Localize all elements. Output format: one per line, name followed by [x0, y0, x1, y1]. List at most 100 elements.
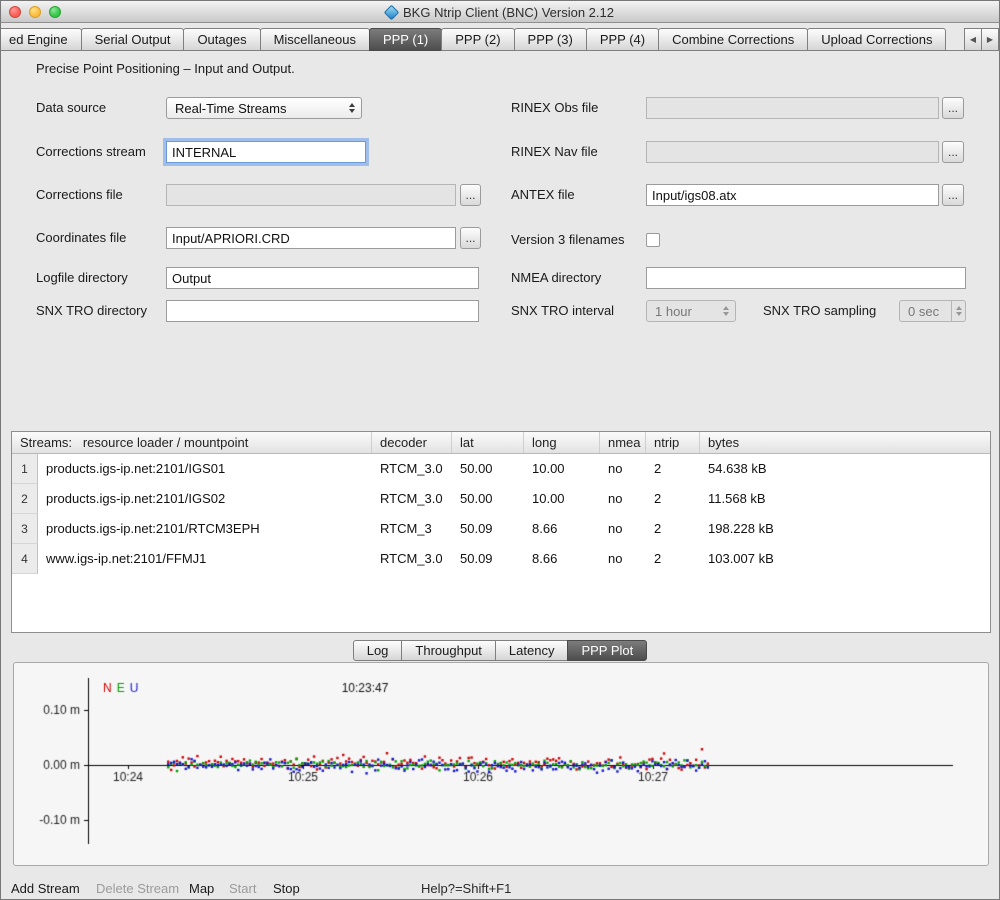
help-hint: Help?=Shift+F1: [421, 881, 511, 896]
window-title: BKG Ntrip Client (BNC) Version 2.12: [403, 5, 614, 20]
snx-tro-sampling-stepper[interactable]: 0 sec: [899, 300, 966, 322]
antex-file-input[interactable]: [646, 184, 939, 206]
antex-file-label: ANTEX file: [511, 184, 575, 206]
table-row[interactable]: 1 products.igs-ip.net:2101/IGS01 RTCM_3.…: [12, 454, 990, 484]
cell-lat: 50.09: [452, 514, 524, 544]
antex-file-browse-button[interactable]: ...: [942, 184, 964, 206]
tab-ppp-plot[interactable]: PPP Plot: [567, 640, 647, 661]
tab-latency[interactable]: Latency: [495, 640, 569, 661]
snx-tro-sampling-value: 0 sec: [900, 304, 950, 319]
tab-log[interactable]: Log: [353, 640, 403, 661]
rinex-obs-input[interactable]: [646, 97, 939, 119]
rinex-nav-browse-button[interactable]: ...: [942, 141, 964, 163]
combo-arrows-icon: [346, 103, 361, 113]
data-source-select[interactable]: Real-Time Streams: [166, 97, 362, 119]
cell-ntrip: 2: [646, 454, 700, 484]
cell-bytes: 54.638 kB: [700, 454, 990, 484]
coordinates-file-browse-button[interactable]: ...: [460, 227, 481, 249]
row-number: 3: [12, 514, 38, 544]
tab-miscellaneous[interactable]: Miscellaneous: [260, 28, 370, 51]
cell-decoder: RTCM_3.0: [372, 484, 452, 514]
delete-stream-button[interactable]: Delete Stream: [96, 881, 179, 896]
header-long: long: [524, 432, 600, 453]
header-bytes: bytes: [700, 432, 990, 453]
header-ntrip: ntrip: [646, 432, 700, 453]
tab-ppp-4[interactable]: PPP (4): [586, 28, 659, 51]
table-row[interactable]: 4 www.igs-ip.net:2101/FFMJ1 RTCM_3.0 50.…: [12, 544, 990, 574]
header-mountpoint: Streams: resource loader / mountpoint: [12, 432, 372, 453]
corrections-file-label: Corrections file: [36, 184, 123, 206]
tab-serial-output[interactable]: Serial Output: [81, 28, 185, 51]
cell-mountpoint: products.igs-ip.net:2101/IGS02: [38, 484, 372, 514]
titlebar: BKG Ntrip Client (BNC) Version 2.12: [1, 1, 999, 23]
cell-ntrip: 2: [646, 484, 700, 514]
version3-label: Version 3 filenames: [511, 229, 624, 251]
header-nmea: nmea: [600, 432, 646, 453]
row-number: 4: [12, 544, 38, 574]
combo-arrows-icon: [720, 306, 735, 316]
cell-lat: 50.00: [452, 454, 524, 484]
tab-feed-engine[interactable]: ed Engine: [0, 28, 82, 51]
corrections-stream-label: Corrections stream: [36, 141, 146, 163]
cell-long: 8.66: [524, 514, 600, 544]
rinex-obs-browse-button[interactable]: ...: [942, 97, 964, 119]
rinex-nav-input[interactable]: [646, 141, 939, 163]
add-stream-button[interactable]: Add Stream: [11, 881, 80, 896]
ppp1-panel: Precise Point Positioning – Input and Ou…: [1, 51, 1000, 429]
header-decoder: decoder: [372, 432, 452, 453]
corrections-file-input[interactable]: [166, 184, 456, 206]
cell-decoder: RTCM_3.0: [372, 454, 452, 484]
tab-combine-corrections[interactable]: Combine Corrections: [658, 28, 808, 51]
corrections-file-browse-button[interactable]: ...: [460, 184, 481, 206]
snx-tro-sampling-label: SNX TRO sampling: [763, 300, 876, 322]
ppp-plot-chart: [15, 664, 987, 864]
map-button[interactable]: Map: [189, 881, 214, 896]
cell-long: 10.00: [524, 454, 600, 484]
coordinates-file-input[interactable]: [166, 227, 456, 249]
start-button[interactable]: Start: [229, 881, 256, 896]
row-number: 2: [12, 484, 38, 514]
snx-tro-interval-value: 1 hour: [647, 304, 720, 319]
snx-tro-directory-input[interactable]: [166, 300, 479, 322]
cell-bytes: 198.228 kB: [700, 514, 990, 544]
cell-ntrip: 2: [646, 514, 700, 544]
stepper-arrows-icon[interactable]: [951, 301, 965, 321]
tab-scroll-right-icon[interactable]: ▶: [981, 28, 999, 51]
snx-tro-interval-label: SNX TRO interval: [511, 300, 614, 322]
data-source-label: Data source: [36, 97, 106, 119]
row-number: 1: [12, 454, 38, 484]
tab-upload-corrections[interactable]: Upload Corrections: [807, 28, 946, 51]
panel-description: Precise Point Positioning – Input and Ou…: [36, 61, 295, 76]
tab-outages[interactable]: Outages: [183, 28, 260, 51]
data-source-value: Real-Time Streams: [167, 101, 346, 116]
tab-bar: ed Engine Serial Output Outages Miscella…: [1, 23, 999, 51]
ppp-plot-panel: [13, 662, 989, 866]
nmea-directory-input[interactable]: [646, 267, 966, 289]
cell-nmea: no: [600, 454, 646, 484]
tab-scroll-left-icon[interactable]: ◀: [964, 28, 982, 51]
plot-tab-bar: Log Throughput Latency PPP Plot: [1, 640, 999, 661]
version3-checkbox[interactable]: [646, 233, 660, 247]
streams-table-header: Streams: resource loader / mountpoint de…: [12, 432, 990, 454]
tab-ppp-2[interactable]: PPP (2): [441, 28, 514, 51]
cell-decoder: RTCM_3.0: [372, 544, 452, 574]
logfile-directory-input[interactable]: [166, 267, 479, 289]
table-row[interactable]: 3 products.igs-ip.net:2101/RTCM3EPH RTCM…: [12, 514, 990, 544]
cell-lat: 50.09: [452, 544, 524, 574]
nmea-directory-label: NMEA directory: [511, 267, 601, 289]
cell-ntrip: 2: [646, 544, 700, 574]
cell-long: 10.00: [524, 484, 600, 514]
corrections-stream-input[interactable]: [166, 141, 366, 163]
tab-ppp-1[interactable]: PPP (1): [369, 28, 442, 51]
cell-nmea: no: [600, 514, 646, 544]
streams-table: Streams: resource loader / mountpoint de…: [11, 431, 991, 633]
tab-ppp-3[interactable]: PPP (3): [514, 28, 587, 51]
snx-tro-interval-select[interactable]: 1 hour: [646, 300, 736, 322]
header-lat: lat: [452, 432, 524, 453]
cell-bytes: 103.007 kB: [700, 544, 990, 574]
tab-throughput[interactable]: Throughput: [401, 640, 496, 661]
stop-button[interactable]: Stop: [273, 881, 300, 896]
status-bar: Add Stream Delete Stream Map Start Stop …: [1, 875, 999, 900]
table-row[interactable]: 2 products.igs-ip.net:2101/IGS02 RTCM_3.…: [12, 484, 990, 514]
cell-long: 8.66: [524, 544, 600, 574]
